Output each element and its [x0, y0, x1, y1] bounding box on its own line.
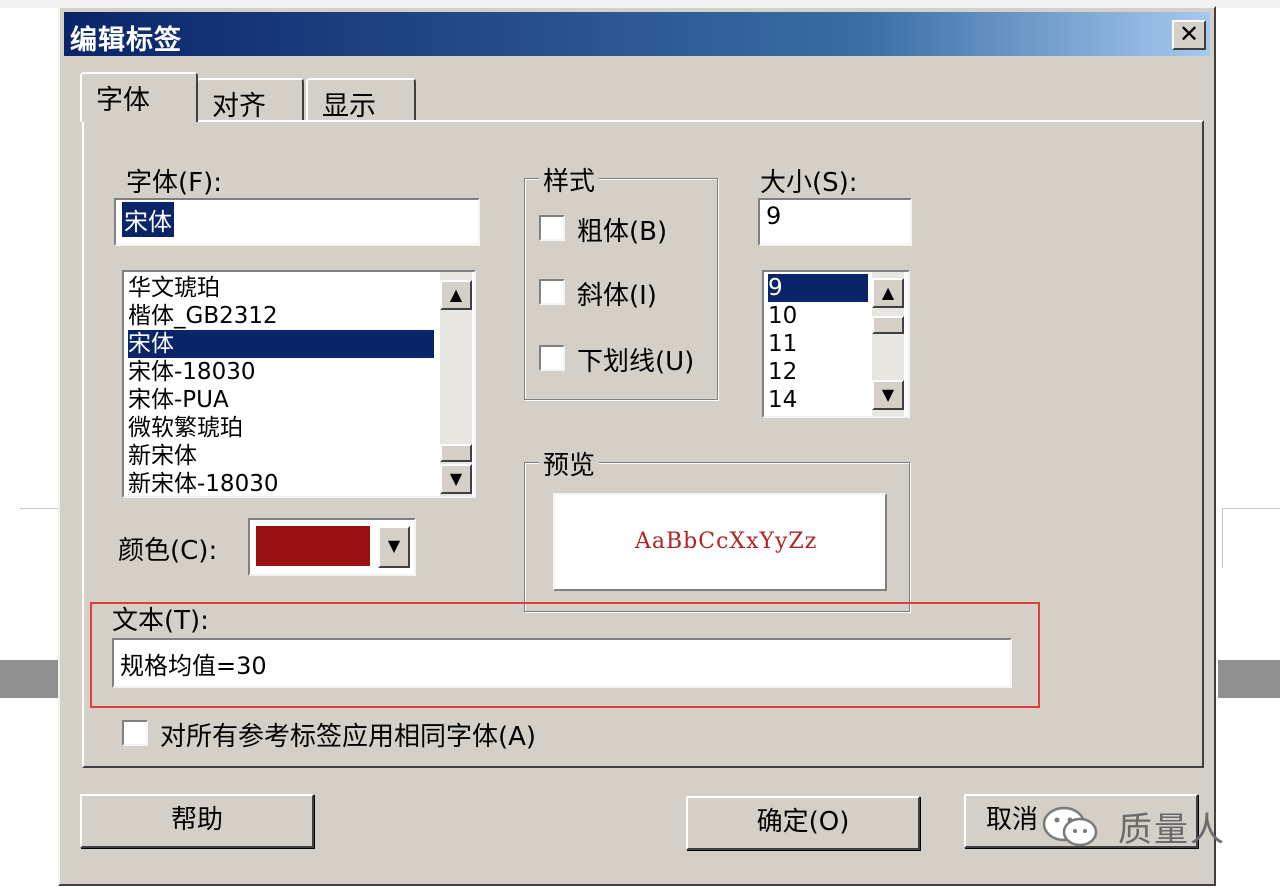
- list-item[interactable]: 微软繁琥珀: [128, 414, 434, 442]
- scroll-down-button[interactable]: ▼: [872, 380, 904, 410]
- ok-button-label: 确定(O): [756, 807, 850, 837]
- scroll-thumb[interactable]: [872, 316, 904, 334]
- color-label: 颜色(C):: [118, 536, 218, 566]
- arrow-up-icon: ▲: [881, 283, 895, 302]
- list-item[interactable]: 10: [768, 302, 868, 330]
- list-item[interactable]: 宋体-18030: [128, 358, 434, 386]
- list-item[interactable]: 11: [768, 330, 868, 358]
- background-line: [1222, 508, 1223, 568]
- color-select[interactable]: ▼: [248, 518, 416, 576]
- list-item[interactable]: 宋体-PUA: [128, 386, 434, 414]
- size-label: 大小(S):: [760, 168, 858, 198]
- italic-checkbox[interactable]: [539, 279, 565, 305]
- font-input-value: 宋体: [122, 202, 174, 237]
- preview-group: 预览 AaBbCcXxYyZz: [524, 445, 910, 612]
- background-gray-band: [1218, 660, 1280, 698]
- list-item-selected[interactable]: 宋体: [128, 330, 434, 358]
- close-icon: ✕: [1178, 20, 1200, 48]
- help-button-label: 帮助: [170, 805, 223, 835]
- ok-button[interactable]: 确定(O): [686, 796, 920, 850]
- tab-label: 字体: [96, 85, 150, 116]
- preview-box: AaBbCcXxYyZz: [553, 493, 887, 591]
- list-item[interactable]: 12: [768, 358, 868, 386]
- wechat-icon: [1042, 806, 1098, 847]
- style-group-title: 样式: [539, 161, 600, 198]
- list-item[interactable]: 新宋体-18030: [128, 470, 434, 496]
- tab-label: 对齐: [212, 91, 266, 122]
- preview-group-title: 预览: [539, 445, 600, 482]
- tab-label: 显示: [322, 91, 376, 122]
- bold-label: 粗体(B): [577, 217, 668, 247]
- style-group: 样式 粗体(B) 斜体(I) 下划线(U): [524, 161, 718, 400]
- tab-align[interactable]: 对齐: [196, 78, 304, 122]
- font-list[interactable]: 华文琥珀 楷体_GB2312 宋体 宋体-18030 宋体-PUA 微软繁琥珀 …: [122, 270, 476, 498]
- arrow-down-icon: ▼: [449, 469, 463, 488]
- background-line: [1222, 508, 1280, 509]
- chevron-down-icon: ▼: [387, 536, 401, 555]
- help-button[interactable]: 帮助: [80, 794, 314, 848]
- font-label: 字体(F):: [126, 168, 223, 198]
- size-list[interactable]: 9 10 11 12 14 ▲ ▼: [762, 270, 910, 418]
- bold-checkbox[interactable]: [539, 215, 565, 241]
- italic-label: 斜体(I): [577, 281, 657, 311]
- highlight-box: [90, 602, 1040, 708]
- scroll-up-button[interactable]: ▲: [872, 278, 904, 308]
- title-bar[interactable]: 编辑标签 ✕: [64, 12, 1210, 56]
- scroll-up-button[interactable]: ▲: [440, 280, 472, 310]
- underline-label: 下划线(U): [577, 347, 695, 377]
- size-input-value: 9: [766, 202, 782, 230]
- tab-display[interactable]: 显示: [306, 78, 416, 122]
- color-dropdown-button[interactable]: ▼: [378, 526, 410, 568]
- apply-all-checkbox[interactable]: [122, 720, 148, 746]
- list-item-selected[interactable]: 9: [768, 274, 868, 302]
- tab-font[interactable]: 字体: [80, 72, 198, 122]
- list-item[interactable]: 14: [768, 386, 868, 414]
- scroll-down-button[interactable]: ▼: [440, 464, 472, 494]
- list-item[interactable]: 华文琥珀: [128, 274, 434, 302]
- size-input[interactable]: 9: [758, 198, 912, 246]
- dialog-title: 编辑标签: [70, 25, 182, 56]
- color-swatch: [256, 526, 370, 566]
- arrow-down-icon: ▼: [881, 385, 895, 404]
- underline-checkbox[interactable]: [539, 345, 565, 371]
- cancel-button-label: 取消: [986, 805, 1039, 835]
- font-input[interactable]: 宋体: [114, 198, 480, 246]
- scroll-thumb[interactable]: [440, 444, 472, 462]
- arrow-up-icon: ▲: [449, 285, 463, 304]
- list-item[interactable]: 楷体_GB2312: [128, 302, 434, 330]
- close-button[interactable]: ✕: [1172, 20, 1206, 50]
- edit-label-dialog: 编辑标签 ✕ 字体 对齐 显示 字体(F): 宋体 华文琥珀 楷体_GB2312…: [58, 6, 1216, 886]
- list-item[interactable]: 新宋体: [128, 442, 434, 470]
- apply-all-label: 对所有参考标签应用相同字体(A): [160, 722, 537, 752]
- preview-text: AaBbCcXxYyZz: [635, 529, 818, 554]
- watermark-text: 质量人: [1118, 810, 1226, 850]
